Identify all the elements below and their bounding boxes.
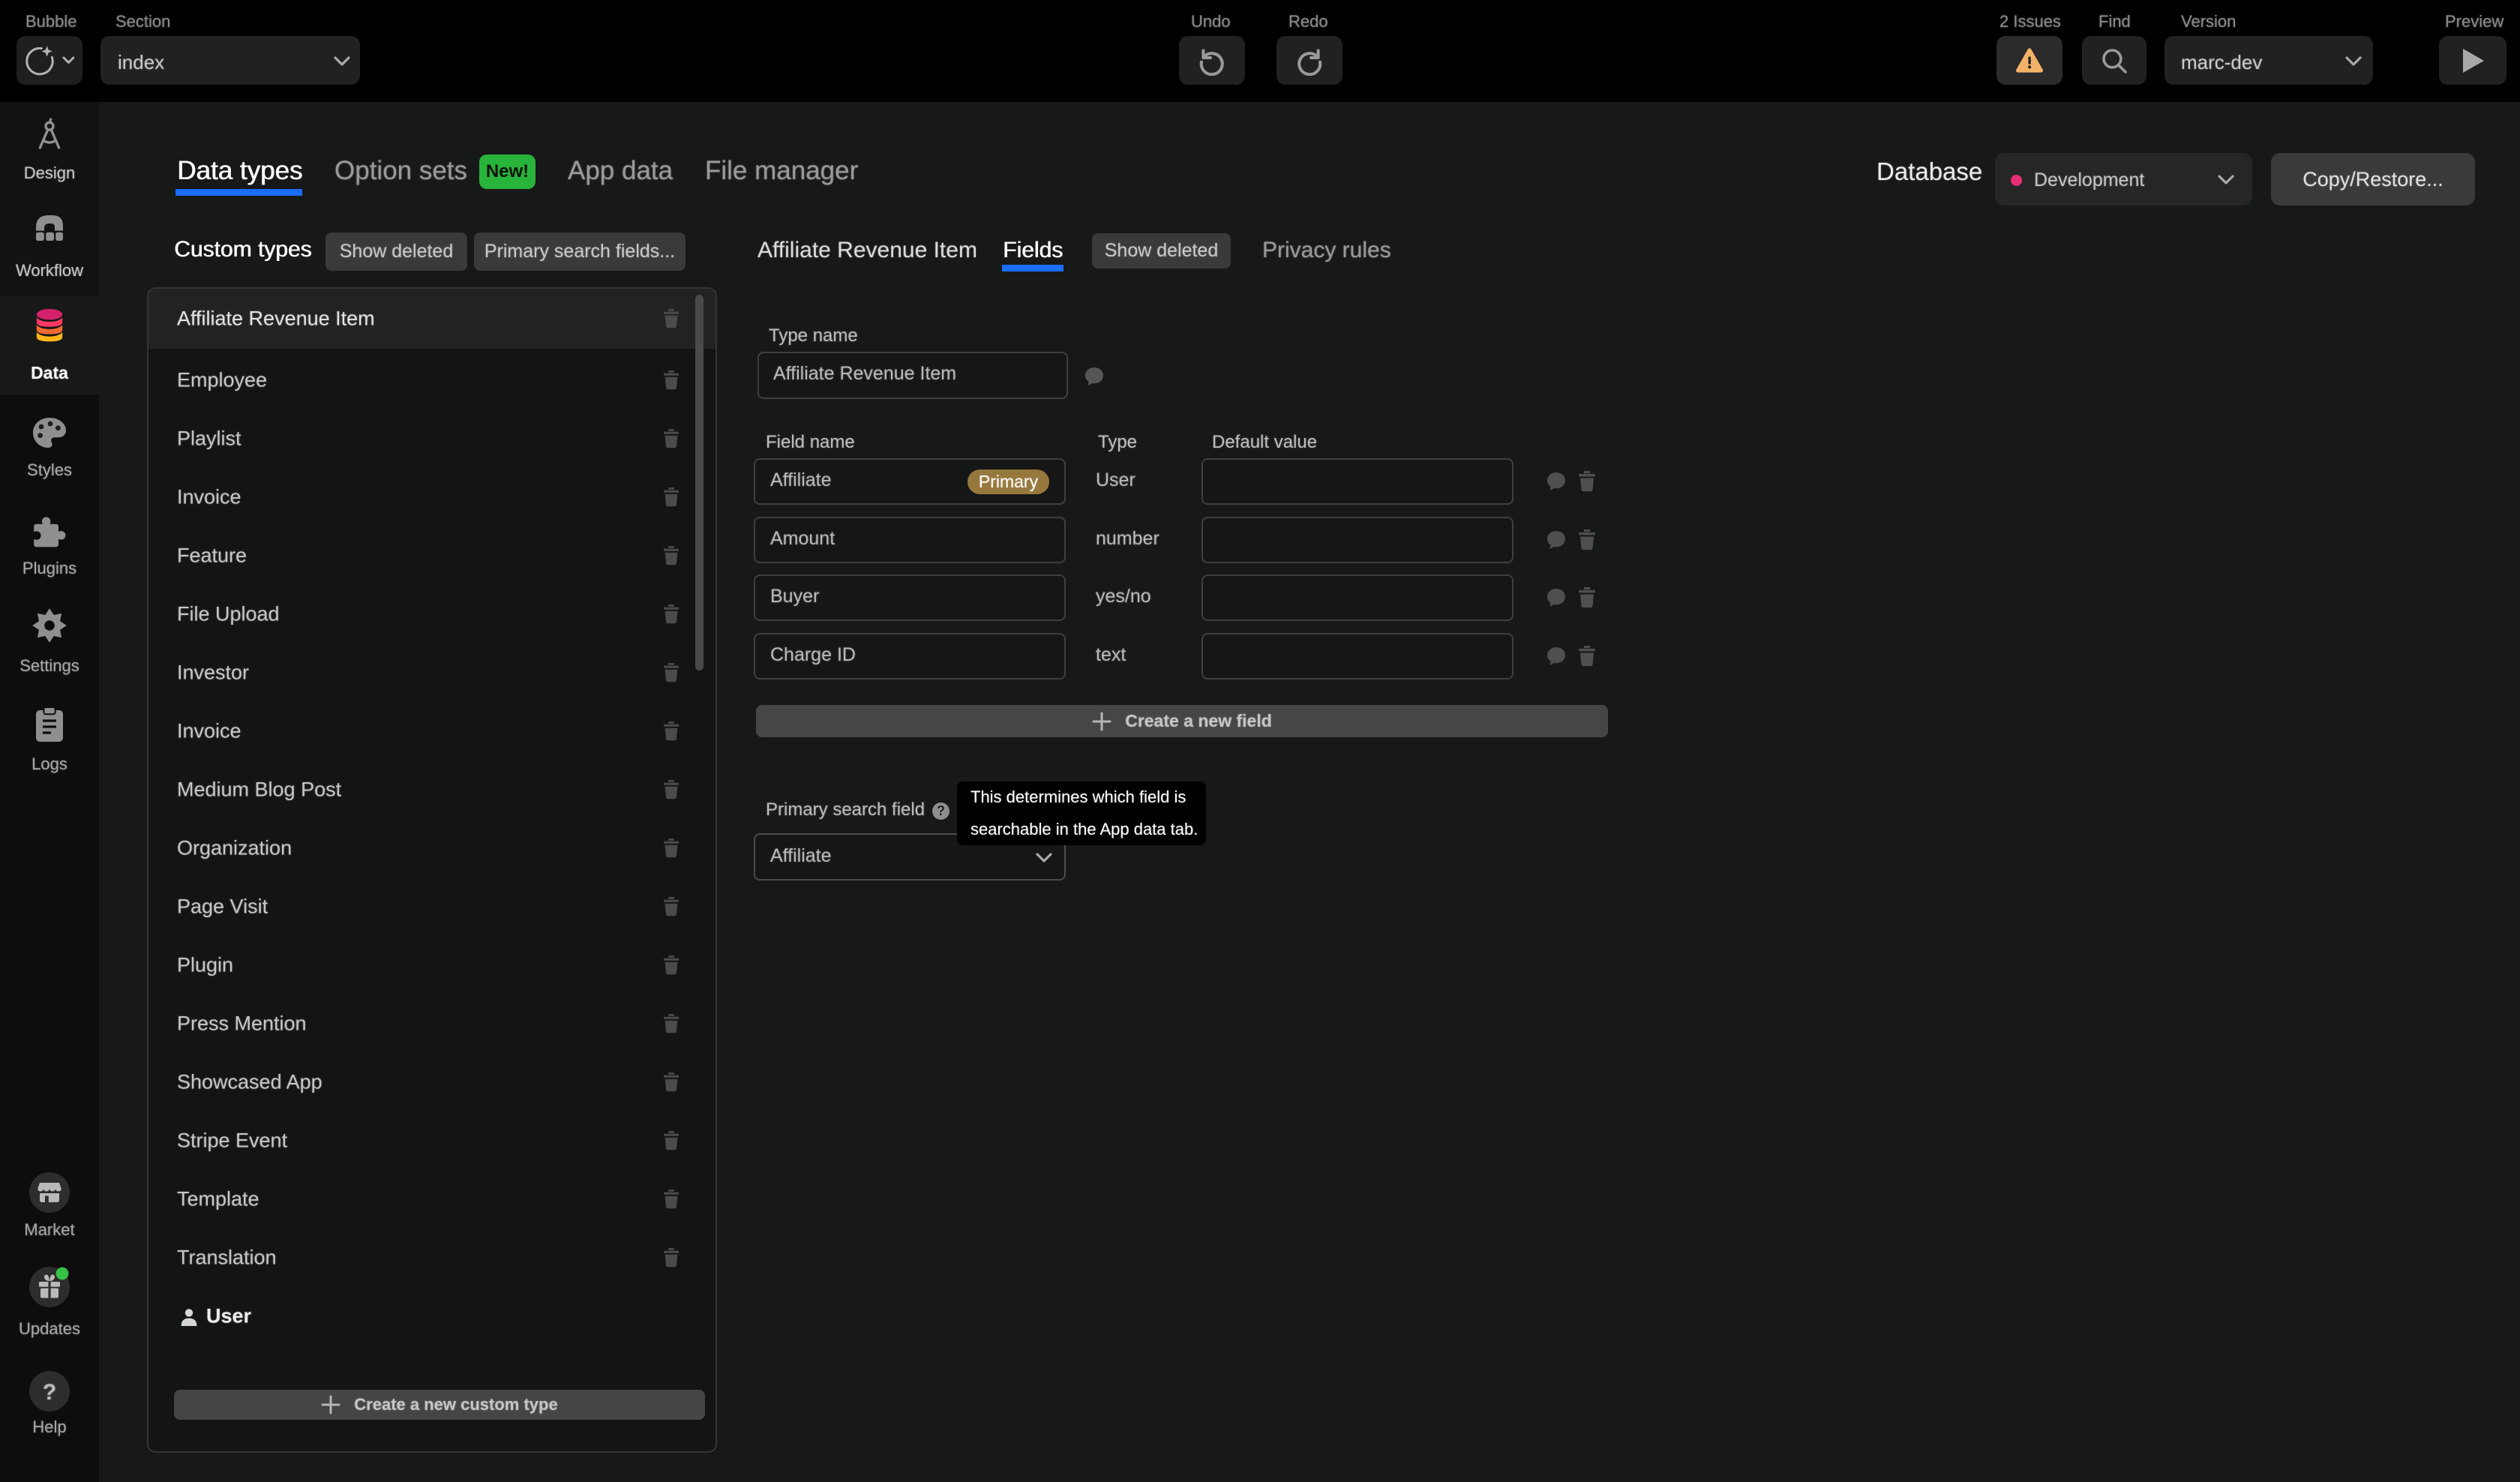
svg-text:?: ? (43, 1380, 56, 1405)
